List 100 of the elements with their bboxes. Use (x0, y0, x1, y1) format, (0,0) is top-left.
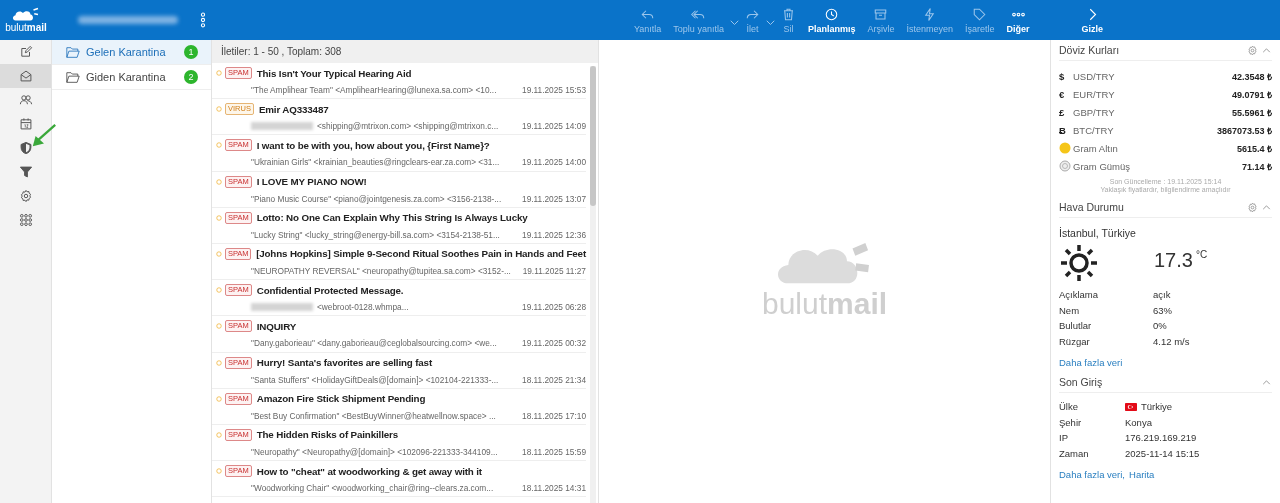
unread-dot-icon (216, 323, 222, 330)
detail-label: Açıklama (1059, 289, 1100, 301)
cloud-icon (11, 7, 41, 22)
currency-symbol: Ƀ (1059, 124, 1067, 136)
message-subject: Lotto: No One Can Explain Why This String Is Always Lucky (256, 212, 528, 224)
detail-value: 0% (1153, 320, 1167, 332)
hide-button[interactable]: Gizle (1075, 2, 1110, 38)
message-subject: Emir AQ333487 (258, 103, 329, 115)
more-options-icon[interactable] (200, 12, 206, 28)
temperature-unit: °C (1195, 249, 1208, 260)
unread-dot-icon (216, 287, 222, 294)
message-date: 18.11.2025 15:59 (522, 446, 586, 457)
message-sender: "Dany.gaborieau" <dany.gaborieau@ceglobalsourcing.com> <we... (251, 338, 498, 349)
detail-label: Rüzgar (1059, 335, 1091, 347)
message-date: 18.11.2025 14:31 (522, 483, 586, 494)
link[interactable]: Daha fazla veri, (1059, 469, 1125, 480)
detail-value: Konya (1125, 416, 1152, 428)
message-subject: Confidential Protected Message. (256, 284, 404, 296)
contacts-icon (18, 93, 33, 107)
logo[interactable]: bulutmail (0, 7, 52, 33)
message-date: 19.11.2025 15:53 (522, 85, 586, 95)
coin-outline-icon (1059, 160, 1071, 172)
unread-dot-icon (216, 142, 222, 149)
message-date: 19.11.2025 14:00 (522, 157, 586, 168)
count-badge: 1 (184, 45, 198, 59)
unread-dot-icon (216, 468, 222, 475)
mail-icon (18, 69, 33, 83)
detail-label: Bulutlar (1059, 320, 1093, 332)
settings-icon[interactable] (1247, 201, 1258, 213)
message-date: 19.11.2025 14:09 (522, 121, 586, 132)
unread-dot-icon (216, 359, 222, 366)
link[interactable]: Harita (1129, 469, 1155, 480)
message-subject: How to "cheat" at woodworking & get away with it (256, 465, 482, 477)
filter-icon (18, 165, 33, 179)
rate-name: Gram Gümüş (1073, 160, 1131, 172)
rate-value: 49.0791 ₺ (1231, 88, 1272, 101)
detail-value: 176.219.169.219 (1125, 432, 1197, 444)
unread-dot-icon (216, 431, 222, 438)
widget-title: Döviz Kurları (1059, 44, 1120, 56)
rate-name: BTC/TRY (1073, 124, 1115, 136)
sun-icon (1059, 243, 1099, 283)
message-subject: [Johns Hopkins] Simple 9-Second Ritual Soothes Pain in Hands and Feet (256, 248, 586, 260)
rate-value: 42.3548 ₺ (1231, 70, 1272, 83)
coin-icon (1059, 142, 1071, 154)
message-date: 19.11.2025 06:28 (522, 302, 586, 313)
settings-icon (18, 189, 33, 203)
message-date: 19.11.2025 11:27 (522, 265, 586, 276)
message-date: 18.11.2025 17:10 (522, 410, 586, 421)
detail-value: Türkiye (1141, 401, 1173, 413)
detail-value: açık (1153, 289, 1171, 301)
folder-name: Gelen Karantina (86, 46, 167, 58)
detail-label: Ülke (1059, 401, 1079, 413)
temperature: 17.3 (1154, 249, 1193, 272)
more-data-link[interactable]: Daha fazla veri (1059, 357, 1123, 368)
unread-dot-icon (216, 178, 222, 185)
message-sender: <shipping@mtrixon.com> <shipping@mtrixon.c... (317, 121, 500, 132)
rate-name: Gram Altın (1073, 142, 1119, 154)
rate-value: 3867073.53 ₺ (1216, 124, 1272, 137)
settings-icon[interactable] (1247, 44, 1258, 56)
currency-symbol: € (1059, 88, 1066, 100)
detail-label: Nem (1059, 304, 1081, 316)
message-sender: "NEUROPATHY REVERSAL" <neuropathy@tupitea.sa.com> <3152-... (251, 265, 512, 276)
unread-dot-icon (216, 106, 222, 113)
message-date: 19.11.2025 00:32 (522, 338, 586, 349)
message-subject: I want to be with you, how about you, {First Name}? (256, 139, 490, 151)
unread-dot-icon (216, 214, 222, 221)
detail-label: Zaman (1059, 447, 1090, 459)
rate-name: GBP/TRY (1073, 106, 1116, 118)
message-sender: "The Amplihear Team" <AmplihearHearing@lunexa.sa.com> <10... (251, 85, 498, 95)
message-date: 18.11.2025 21:34 (522, 374, 586, 385)
city-name: İstanbul, Türkiye (1059, 227, 1137, 239)
currency-symbol: $ (1059, 70, 1066, 82)
scrollbar[interactable] (590, 66, 596, 503)
unread-dot-icon (216, 395, 222, 402)
folder-item[interactable]: Gelen Karantina 1 (52, 40, 211, 65)
detail-label: Şehir (1059, 416, 1083, 428)
detail-value: 63% (1153, 304, 1172, 316)
toolbar-button[interactable]: Planlanmış (801, 2, 862, 38)
unread-dot-icon (216, 70, 222, 76)
message-subject: INQUIRY (256, 320, 297, 332)
rate-value: 55.5961 ₺ (1231, 106, 1272, 119)
message-subject: Amazon Fire Stick Shipment Pending (256, 393, 426, 405)
logo-text: bulutmail (5, 22, 47, 33)
message-sender: "Santa Stuffers" <HolidayGiftDeals@[domain]> <102104-221333-... (251, 374, 500, 385)
toolbar-button[interactable]: Diğer (1000, 2, 1036, 38)
widget-title: Son Giriş (1059, 376, 1103, 388)
clock-icon (824, 6, 840, 22)
folder-name: Giden Karantina (86, 71, 167, 83)
detail-value: 2025-11-14 15:15 (1125, 447, 1200, 459)
rate-value: 5615.4 ₺ (1236, 142, 1272, 155)
rate-name: EUR/TRY (1073, 88, 1116, 100)
count-badge: 2 (184, 70, 198, 84)
folder-item[interactable]: Giden Karantina 2 (52, 65, 211, 90)
detail-label: IP (1059, 432, 1069, 444)
message-subject: This Isn't Your Typical Hearing Aid (256, 67, 412, 79)
message-sender: "Piano Music Course" <piano@jointgenesis.za.com> <3156-2138-... (251, 193, 503, 204)
message-date: 19.11.2025 13:07 (522, 193, 586, 204)
message-sender: "Woodworking Chair" <woodworking_chair@ring--clears.za.com... (251, 483, 495, 494)
message-subject: I LOVE MY PIANO NOW! (256, 176, 367, 188)
message-subject: Hurry! Santa's favorites are selling fast (256, 357, 433, 368)
